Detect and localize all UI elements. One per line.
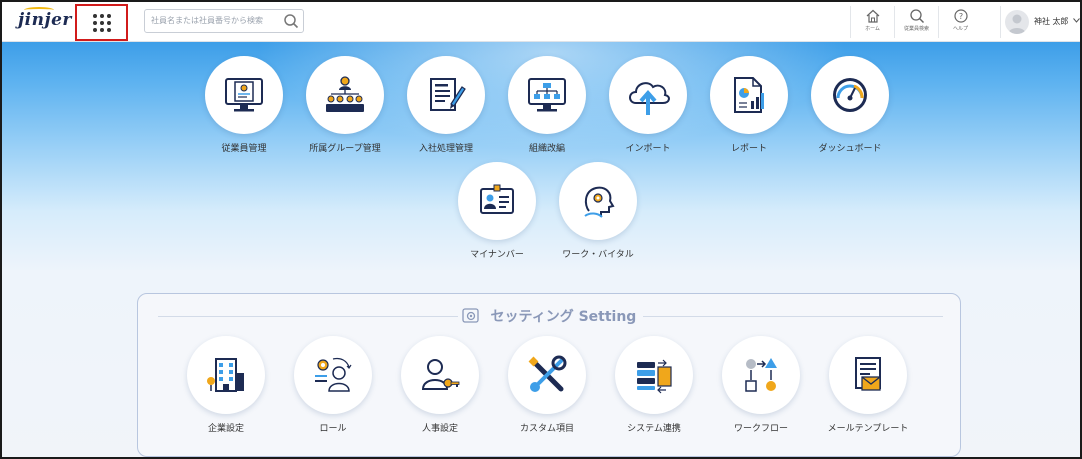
home-icon — [866, 9, 879, 23]
app-icon-circle — [294, 336, 372, 414]
search-icon[interactable] — [283, 13, 299, 29]
top-header: jinjer 社員名または社員番号から検索 ホーム 従業員検索 ? ヘルプ 神社… — [2, 2, 1080, 42]
help-icon: ? — [953, 9, 968, 23]
app-icon-circle — [559, 162, 637, 240]
search-placeholder: 社員名または社員番号から検索 — [151, 16, 263, 25]
mail-template-icon — [855, 357, 881, 391]
help-label: ヘルプ — [952, 26, 968, 32]
employee-search-button[interactable]: 従業員検索 — [894, 6, 938, 38]
setting-workflow[interactable]: ワークフロー — [706, 336, 816, 434]
svg-text:?: ? — [958, 12, 962, 21]
app-label: ワーク・バイタル — [562, 250, 634, 260]
head-gear-icon — [584, 186, 615, 218]
setting-label: ロール — [319, 424, 347, 434]
app-icon-circle — [508, 336, 586, 414]
home-label: ホーム — [865, 26, 880, 32]
app-label: ダッシュボード — [818, 144, 882, 154]
app-my-number[interactable]: マイナンバー — [442, 162, 552, 260]
role-icon — [315, 357, 352, 392]
app-label: レポート — [730, 144, 767, 154]
settings-gear-icon — [462, 308, 479, 323]
setting-label: カスタム項目 — [519, 424, 574, 434]
search-icon — [909, 9, 924, 24]
app-icon-circle — [306, 56, 384, 134]
app-employee-management[interactable]: 従業員管理 — [189, 56, 299, 154]
app-icon-circle — [458, 162, 536, 240]
gauge-icon — [833, 78, 867, 112]
setting-mail-template[interactable]: メールテンプレート — [813, 336, 923, 434]
employee-search-label: 従業員検索 — [903, 26, 929, 32]
app-icon-circle — [407, 56, 485, 134]
id-card-icon — [480, 184, 514, 214]
user-name: 神社 太郎 — [1034, 17, 1069, 26]
launcher-area: 従業員管理 所属グループ管理 入社処理管理 組織改編 インポート レポート ダッ… — [2, 42, 1080, 457]
app-icon-circle — [187, 336, 265, 414]
avatar — [1005, 10, 1029, 34]
setting-company[interactable]: 企業設定 — [171, 336, 281, 434]
setting-role[interactable]: ロール — [278, 336, 388, 434]
app-icon-circle — [829, 336, 907, 414]
jinjer-logo[interactable]: jinjer — [18, 10, 72, 30]
app-icon-circle — [615, 336, 693, 414]
setting-hr[interactable]: 人事設定 — [385, 336, 495, 434]
app-menu-button[interactable] — [75, 4, 128, 41]
setting-system-integration[interactable]: システム連携 — [599, 336, 709, 434]
settings-title-text: セッティング Setting — [490, 309, 637, 325]
app-report[interactable]: レポート — [694, 56, 804, 154]
user-silhouette-icon — [1008, 14, 1026, 34]
system-link-icon — [637, 359, 672, 394]
app-icon-circle — [508, 56, 586, 134]
app-label: 所属グループ管理 — [309, 144, 381, 154]
employee-monitor-icon — [225, 78, 263, 112]
setting-custom-fields[interactable]: カスタム項目 — [492, 336, 602, 434]
user-key-icon — [421, 359, 460, 390]
org-chart-monitor-icon — [528, 78, 566, 112]
help-button[interactable]: ? ヘルプ — [938, 6, 982, 38]
app-reorganization[interactable]: 組織改編 — [492, 56, 602, 154]
app-label: 組織改編 — [528, 144, 565, 154]
setting-label: ワークフロー — [733, 424, 788, 434]
home-button[interactable]: ホーム — [850, 6, 894, 38]
setting-label: 企業設定 — [207, 424, 244, 434]
user-menu[interactable]: 神社 太郎 — [1000, 6, 1080, 38]
app-icon-circle — [710, 56, 788, 134]
setting-label: メールテンプレート — [827, 424, 909, 434]
org-group-icon — [326, 76, 364, 112]
grid-icon — [92, 13, 111, 32]
search-input[interactable]: 社員名または社員番号から検索 — [144, 9, 304, 33]
app-import[interactable]: インポート — [593, 56, 703, 154]
app-dashboard[interactable]: ダッシュボード — [795, 56, 905, 154]
app-icon-circle — [401, 336, 479, 414]
app-icon-circle — [205, 56, 283, 134]
app-work-vital[interactable]: ワーク・バイタル — [543, 162, 653, 260]
tools-icon — [528, 355, 567, 392]
workflow-icon — [745, 358, 777, 392]
cloud-upload-icon — [629, 82, 670, 115]
settings-title: セッティング Setting — [138, 306, 960, 326]
app-group-management[interactable]: 所属グループ管理 — [290, 56, 400, 154]
app-label: インポート — [625, 144, 671, 154]
app-onboarding-management[interactable]: 入社処理管理 — [391, 56, 501, 154]
building-icon — [207, 358, 244, 392]
report-chart-icon — [734, 77, 764, 113]
document-pen-icon — [430, 78, 466, 111]
chevron-down-icon — [1073, 18, 1080, 23]
app-icon-circle — [609, 56, 687, 134]
app-window: jinjer 社員名または社員番号から検索 ホーム 従業員検索 ? ヘルプ 神社… — [0, 0, 1082, 459]
app-icon-circle — [722, 336, 800, 414]
app-icon-circle — [811, 56, 889, 134]
setting-label: システム連携 — [627, 424, 681, 434]
app-label: 従業員管理 — [221, 144, 267, 154]
app-label: マイナンバー — [470, 250, 524, 260]
setting-label: 人事設定 — [421, 424, 458, 434]
app-label: 入社処理管理 — [418, 144, 473, 154]
